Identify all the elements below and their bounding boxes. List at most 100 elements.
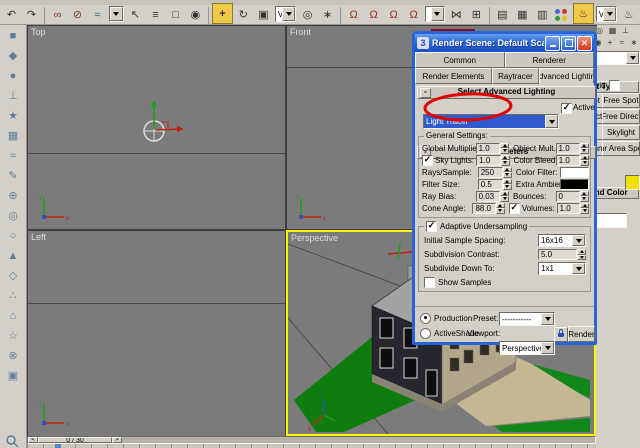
utilities-tab-icon[interactable]: ⊥ xyxy=(619,25,632,36)
brush-tab-icon[interactable]: ◇ xyxy=(5,267,22,284)
reference-coordinate-combo[interactable]: View xyxy=(275,6,296,22)
object-name-input[interactable] xyxy=(597,213,627,228)
splines-tab-icon[interactable]: ✎ xyxy=(5,167,22,184)
volumes-field[interactable]: 1.0 xyxy=(557,203,580,214)
gauge-tab-icon[interactable]: ☆ xyxy=(5,327,22,344)
chevron-down-icon[interactable] xyxy=(603,7,616,21)
schematic-view-icon[interactable]: ▥ xyxy=(533,5,552,24)
track-bar-marker[interactable] xyxy=(55,444,61,448)
shapes-tab-icon[interactable]: ◆ xyxy=(5,47,22,64)
mirror-icon[interactable]: ⋈ xyxy=(447,5,466,24)
spinner[interactable] xyxy=(580,155,589,166)
chevron-down-icon[interactable] xyxy=(626,52,639,64)
track-bar[interactable] xyxy=(27,444,596,448)
star-shapes-tab-icon[interactable]: ★ xyxy=(5,107,22,124)
pivot-tab-icon[interactable]: ⊥ xyxy=(5,87,22,104)
viewport-left-label[interactable]: Left xyxy=(31,232,46,242)
spinner[interactable] xyxy=(500,143,509,154)
spinner[interactable] xyxy=(503,167,512,178)
home-tab-icon[interactable]: ⌂ xyxy=(5,307,22,324)
viewport-top[interactable]: Top x y xyxy=(27,25,286,230)
chevron-down-icon[interactable] xyxy=(541,342,554,354)
viewport-combo[interactable]: Perspective xyxy=(499,341,555,355)
maximize-button[interactable] xyxy=(561,36,576,51)
mr-area-spot-button[interactable]: mr Area Spot xyxy=(602,141,640,156)
close-button[interactable]: ✕ xyxy=(577,36,592,51)
chevron-down-icon[interactable] xyxy=(541,313,554,325)
chevron-down-icon[interactable] xyxy=(110,7,123,21)
monitor-tab-icon[interactable]: ▣ xyxy=(5,367,22,384)
spinner-snap-icon[interactable]: Ω xyxy=(404,5,423,24)
spacewarps-category-icon[interactable]: ≈ xyxy=(616,36,628,48)
rectangular-selection-region-icon[interactable]: □ xyxy=(166,5,185,24)
arrow-tab-icon[interactable]: ▲ xyxy=(5,247,22,264)
chevron-down-icon[interactable] xyxy=(572,235,585,246)
rays-sample-field[interactable]: 250 xyxy=(478,167,503,178)
select-by-name-icon[interactable]: ≡ xyxy=(146,5,165,24)
color-bleed-field[interactable]: 1.0 xyxy=(556,155,580,166)
objects-tab-icon[interactable]: ■ xyxy=(5,27,22,44)
previous-frame-button[interactable]: < xyxy=(28,437,38,443)
show-samples-checkbox[interactable] xyxy=(424,277,435,288)
undo-icon[interactable]: ↶ xyxy=(2,5,21,24)
compounds-tab-icon[interactable]: ● xyxy=(5,67,22,84)
spinner[interactable] xyxy=(500,191,509,202)
tab-advanced-lighting[interactable]: Advanced Lighting xyxy=(539,68,594,84)
sky-lights-field[interactable]: 1.0 xyxy=(476,155,500,166)
chevron-down-icon[interactable] xyxy=(431,7,444,21)
spinner[interactable] xyxy=(577,249,586,260)
move-gizmo[interactable] xyxy=(128,96,198,156)
viewport-left[interactable]: Left x z xyxy=(27,230,286,438)
tab-render-elements[interactable]: Render Elements xyxy=(415,68,492,84)
crossing-selection-icon[interactable]: ◉ xyxy=(186,5,205,24)
filter-size-field[interactable]: 0.5 xyxy=(478,179,503,190)
select-and-move-icon[interactable]: + xyxy=(212,3,233,24)
globe-tab-icon[interactable]: ⊗ xyxy=(5,347,22,364)
bind-to-space-warp-icon[interactable]: ≈ xyxy=(88,5,107,24)
render-scene-icon[interactable]: ♨ xyxy=(573,3,594,24)
spinner[interactable] xyxy=(580,191,589,202)
object-mult-field[interactable]: 1.0 xyxy=(556,143,580,154)
motion-tab-icon[interactable]: ◎ xyxy=(597,25,606,36)
lighting-plugin-combo[interactable]: Light Tracer xyxy=(423,114,559,129)
display-tab-icon[interactable]: ▦ xyxy=(5,127,22,144)
figure-tab-icon[interactable]: ∴ xyxy=(5,287,22,304)
extra-ambient-swatch[interactable] xyxy=(560,179,589,190)
activeshade-radio[interactable] xyxy=(420,328,431,339)
curve-editor-icon[interactable]: ▦ xyxy=(513,5,532,24)
keys-tab-icon[interactable]: ⊕ xyxy=(5,187,22,204)
next-frame-button[interactable]: > xyxy=(112,437,122,443)
skylight-button[interactable]: Skylight xyxy=(602,125,640,140)
free-direct-button[interactable]: Free Direct xyxy=(602,109,640,124)
select-and-link-icon[interactable]: ∞ xyxy=(48,5,67,24)
active-checkbox[interactable] xyxy=(561,103,572,114)
subdivide-down-to-combo[interactable]: 1x1 xyxy=(538,262,586,275)
time-slider-handle[interactable]: 0 / 30 xyxy=(38,437,112,443)
spinner[interactable] xyxy=(503,179,512,190)
angle-snap-icon[interactable]: Ω xyxy=(364,5,383,24)
selection-filter-combo[interactable]: All xyxy=(109,6,124,22)
color-filter-swatch[interactable] xyxy=(560,167,589,178)
viewport-lock-button[interactable] xyxy=(554,327,568,342)
chevron-down-icon[interactable] xyxy=(545,115,558,128)
helpers-category-icon[interactable]: + xyxy=(604,36,616,48)
tab-common[interactable]: Common xyxy=(415,52,505,68)
helpers-tab-icon[interactable]: ○ xyxy=(5,227,22,244)
layers-tab-icon[interactable]: ≈ xyxy=(5,147,22,164)
subdivision-contrast-field[interactable]: 5.0 xyxy=(538,249,577,260)
use-center-icon[interactable]: ◎ xyxy=(298,5,317,24)
sky-lights-checkbox[interactable] xyxy=(422,155,433,166)
redo-icon[interactable]: ↷ xyxy=(22,5,41,24)
chevron-down-icon[interactable] xyxy=(282,7,295,21)
viewport-top-label[interactable]: Top xyxy=(31,27,46,37)
chevron-down-icon[interactable] xyxy=(572,263,585,274)
render-type-combo[interactable]: View xyxy=(596,6,617,22)
production-radio[interactable] xyxy=(420,313,431,324)
cone-angle-field[interactable]: 88.0 xyxy=(472,203,495,214)
spinner[interactable] xyxy=(501,155,510,166)
display-panel-tab-icon[interactable]: ▦ xyxy=(606,25,619,36)
light-type-combo[interactable] xyxy=(597,51,640,65)
minimize-button[interactable] xyxy=(545,36,560,51)
tab-raytracer[interactable]: Raytracer xyxy=(492,68,539,84)
spinner[interactable] xyxy=(496,203,505,214)
